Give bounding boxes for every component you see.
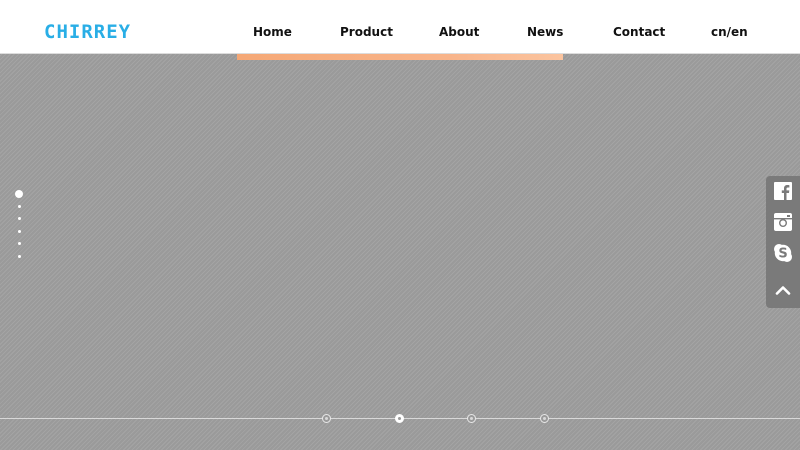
hero-slider xyxy=(0,60,800,450)
social-sidebar: S xyxy=(766,176,800,308)
skype-icon: S xyxy=(773,243,793,267)
timeline-dot[interactable] xyxy=(467,414,476,423)
slide-dot[interactable] xyxy=(17,230,21,233)
nav-home[interactable]: Home xyxy=(253,25,292,39)
nav-about[interactable]: About xyxy=(439,25,479,39)
facebook-icon xyxy=(774,182,792,204)
slide-dot[interactable] xyxy=(17,255,21,258)
chevron-up-icon xyxy=(775,280,791,299)
facebook-button[interactable] xyxy=(766,178,800,208)
timeline-dot[interactable] xyxy=(540,414,549,423)
instagram-icon xyxy=(774,213,792,235)
instagram-button[interactable] xyxy=(766,209,800,239)
nav-contact[interactable]: Contact xyxy=(613,25,665,39)
brand-logo[interactable]: CHIRREY xyxy=(44,20,131,44)
slide-pagination xyxy=(14,189,26,263)
nav-language-switch[interactable]: cn/en xyxy=(711,25,748,39)
slide-dot-active[interactable] xyxy=(15,190,23,198)
scroll-to-top-button[interactable] xyxy=(766,274,800,304)
slide-dot[interactable] xyxy=(17,242,21,245)
timeline-dot[interactable] xyxy=(322,414,331,423)
nav-product[interactable]: Product xyxy=(340,25,393,39)
slide-dot[interactable] xyxy=(17,217,21,220)
skype-button[interactable]: S xyxy=(766,240,800,270)
svg-text:S: S xyxy=(778,247,787,262)
timeline-dot-active[interactable] xyxy=(395,414,404,423)
nav-news[interactable]: News xyxy=(527,25,563,39)
site-header: CHIRREY Home Product About News Contact … xyxy=(0,0,800,54)
slide-dot[interactable] xyxy=(17,205,21,208)
